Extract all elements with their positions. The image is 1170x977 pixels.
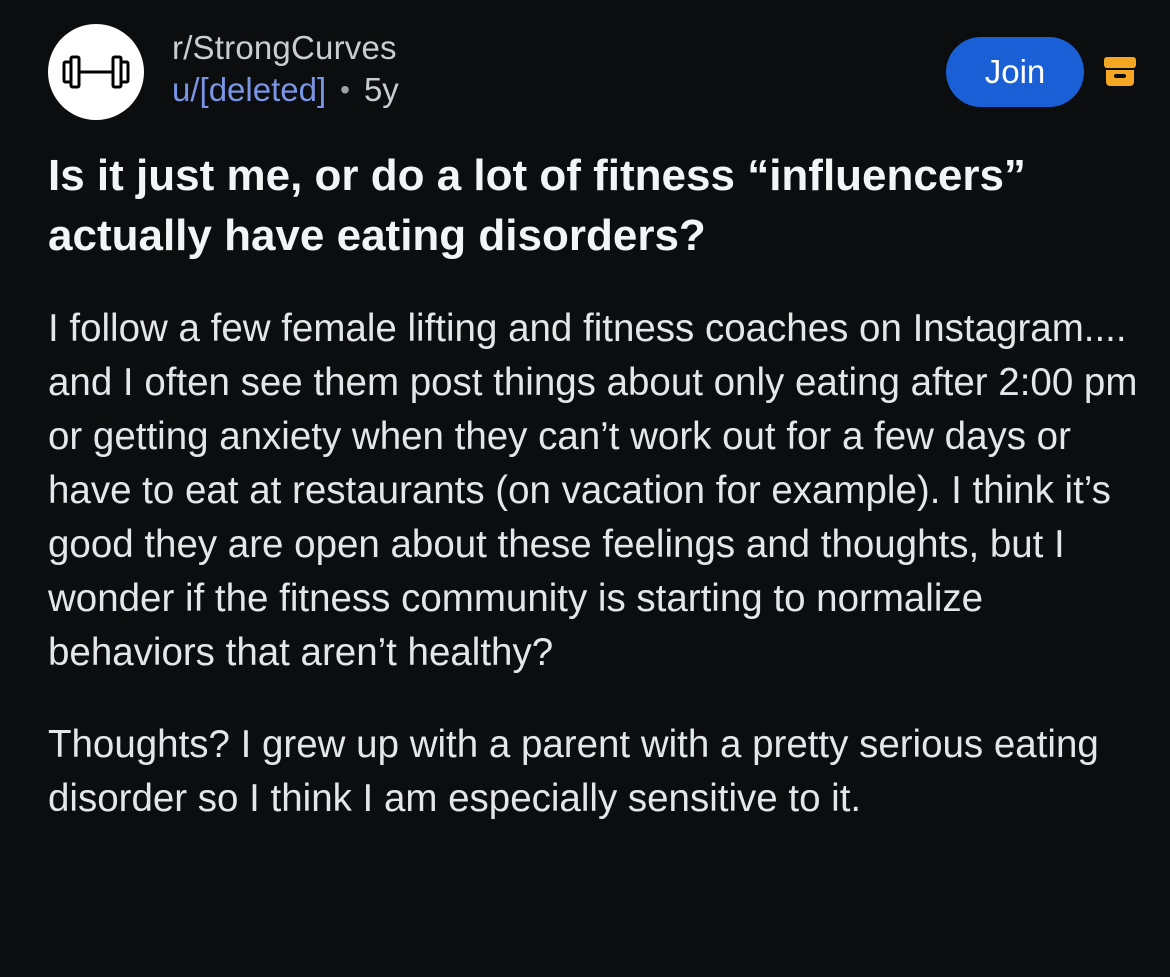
subreddit-avatar[interactable] <box>48 24 144 120</box>
subreddit-name[interactable]: r/StrongCurves <box>172 28 399 68</box>
archive-icon[interactable] <box>1102 55 1138 89</box>
post-view: r/StrongCurves u/[deleted] • 5y Join Is … <box>0 0 1170 977</box>
byline: u/[deleted] • 5y <box>172 68 399 112</box>
post-header: r/StrongCurves u/[deleted] • 5y Join <box>48 24 1138 124</box>
barbell-icon <box>62 55 130 89</box>
post-meta: r/StrongCurves u/[deleted] • 5y <box>172 28 399 112</box>
author-link[interactable]: u/[deleted] <box>172 68 326 112</box>
separator-dot: • <box>340 74 350 105</box>
post-body: I follow a few female lifting and fitnes… <box>48 302 1138 826</box>
post-paragraph: Thoughts? I grew up with a parent with a… <box>48 723 1099 820</box>
post-paragraph: I follow a few female lifting and fitnes… <box>48 307 1138 674</box>
post-title: Is it just me, or do a lot of fitness “i… <box>48 151 1026 260</box>
post-age: 5y <box>363 71 399 108</box>
join-button[interactable]: Join <box>946 37 1084 107</box>
